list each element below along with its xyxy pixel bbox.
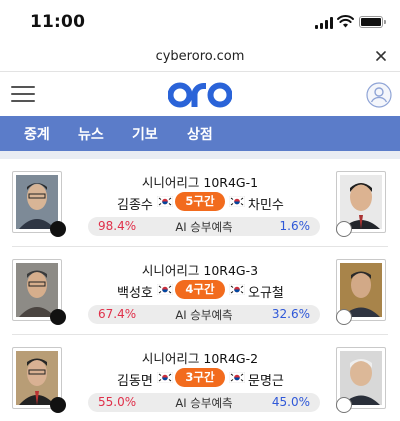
korea-flag-icon	[157, 284, 173, 295]
hamburger-menu-icon[interactable]	[11, 86, 35, 103]
match-card[interactable]: 시니어리그 10R4G-1 김종수 5구간 차민수 98.4% AI 승부예측 …	[12, 171, 388, 257]
profile-icon[interactable]	[366, 82, 392, 108]
nav-item-news[interactable]: 뉴스	[78, 124, 104, 144]
nav-item-shop[interactable]: 상점	[187, 124, 213, 144]
white-player-name: 문명근	[248, 374, 284, 389]
white-win-percent: 1.6%	[279, 219, 311, 233]
site-header	[0, 72, 400, 116]
nav-divider	[0, 151, 400, 159]
signal-icon	[315, 17, 333, 29]
black-stone-icon	[50, 221, 66, 237]
status-bar: 11:00	[0, 0, 400, 44]
match-status-badge: 4구간	[175, 280, 225, 299]
match-card[interactable]: 시니어리그 10R4G-2 김동면 3구간 문명근 55.0% AI 승부예측 …	[12, 347, 388, 421]
white-player-name: 오규철	[248, 286, 284, 301]
url-text[interactable]: cyberoro.com	[0, 49, 400, 64]
ai-prediction-bar: 67.4% AI 승부예측 32.6%	[88, 305, 320, 324]
nav-item-records[interactable]: 기보	[132, 124, 158, 144]
black-stone-icon	[50, 309, 66, 325]
oro-logo[interactable]	[168, 78, 232, 110]
ai-prediction-bar: 55.0% AI 승부예측 45.0%	[88, 393, 320, 412]
korea-flag-icon	[157, 372, 173, 383]
black-stone-icon	[50, 397, 66, 413]
white-win-percent: 32.6%	[271, 307, 310, 321]
players-row: 김동면 3구간 문명근	[12, 368, 388, 389]
black-player-name: 백성호	[117, 286, 153, 301]
korea-flag-icon	[229, 284, 245, 295]
close-icon[interactable]	[374, 49, 388, 63]
main-nav: 중계 뉴스 기보 상점	[0, 116, 400, 151]
black-player-name: 김동면	[117, 374, 153, 389]
white-stone-icon	[336, 309, 352, 325]
match-title: 시니어리그 10R4G-3	[141, 263, 259, 278]
korea-flag-icon	[229, 372, 245, 383]
battery-icon	[359, 16, 386, 28]
match-status-badge: 3구간	[175, 368, 225, 387]
korea-flag-icon	[229, 196, 245, 207]
divider	[12, 246, 388, 247]
players-row: 백성호 4구간 오규철	[12, 280, 388, 301]
ai-prediction-bar: 98.4% AI 승부예측 1.6%	[88, 217, 320, 236]
url-bar[interactable]: cyberoro.com	[0, 44, 400, 72]
match-status-badge: 5구간	[175, 192, 225, 211]
korea-flag-icon	[157, 196, 173, 207]
white-player-name: 차민수	[248, 198, 284, 213]
status-time: 11:00	[30, 12, 86, 32]
nav-item-live[interactable]: 중계	[24, 124, 50, 144]
divider	[12, 334, 388, 335]
players-row: 김종수 5구간 차민수	[12, 192, 388, 213]
black-player-name: 김종수	[117, 198, 153, 213]
match-card[interactable]: 시니어리그 10R4G-3 백성호 4구간 오규철 67.4% AI 승부예측 …	[12, 259, 388, 345]
match-title: 시니어리그 10R4G-2	[141, 351, 259, 366]
match-title: 시니어리그 10R4G-1	[141, 175, 259, 190]
white-stone-icon	[336, 221, 352, 237]
wifi-icon	[337, 15, 354, 28]
white-win-percent: 45.0%	[271, 395, 310, 409]
white-stone-icon	[336, 397, 352, 413]
